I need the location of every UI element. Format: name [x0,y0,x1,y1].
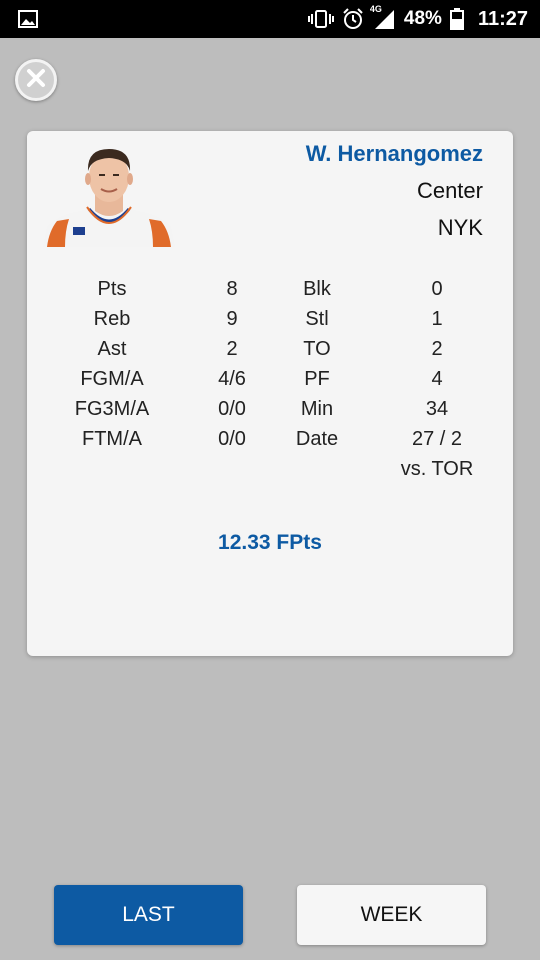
battery-icon [449,8,464,30]
stat-label: FTM/A [82,428,142,450]
stat-value: 4 [431,368,443,390]
stat-row: Ast 2 TO 2 [27,334,513,364]
stat-label: Reb [93,308,131,330]
stat-value: 27 / 2 [411,428,463,450]
player-position: Center [416,178,483,203]
stat-label: TO [303,338,331,360]
stat-row: FTM/A 0/0 Date 27 / 2 [27,424,513,454]
stat-row: Reb 9 Stl 1 [27,304,513,334]
player-card: W. Hernangomez Center NYK Pts 8 Blk 0 Re… [27,131,513,656]
stat-label: Stl [305,308,329,330]
gallery-notification-icon [18,10,38,28]
status-bar: 4G 48% 11:27 [0,0,540,38]
week-button[interactable]: WEEK [297,885,486,945]
stat-label: Min [300,398,334,420]
player-avatar [43,141,175,247]
stat-label: FGM/A [80,368,144,390]
clock-time: 11:27 [477,7,528,30]
stat-value: 1 [431,308,443,330]
stat-label: FG3M/A [74,398,150,420]
stat-value: 34 [425,398,449,420]
battery-percent: 48% [403,8,442,29]
stats-table: Pts 8 Blk 0 Reb 9 Stl 1 Ast 2 TO 2 FGM/A… [27,274,513,484]
vibrate-icon [307,9,334,29]
stat-row: FG3M/A 0/0 Min 34 [27,394,513,424]
stat-label: Date [295,428,339,450]
stat-label: Ast [97,338,127,360]
stat-label: Pts [97,278,127,300]
close-button[interactable] [15,59,57,101]
alarm-icon [342,8,364,30]
stat-row: Pts 8 Blk 0 [27,274,513,304]
stat-row: vs. TOR [27,454,513,484]
stat-row: FGM/A 4/6 PF 4 [27,364,513,394]
network-type: 4G [369,4,382,14]
opponent-value: vs. TOR [400,458,474,480]
stat-label: Blk [303,278,331,300]
stat-label: PF [304,368,330,390]
signal-icon: 4G [370,4,396,30]
stat-value: 2 [431,338,443,360]
close-icon [25,67,47,94]
stat-value: 0 [431,278,443,300]
player-name: W. Hernangomez [305,141,483,166]
player-team: NYK [437,215,483,240]
fantasy-points: 12.33 FPts [218,531,322,554]
last-button[interactable]: LAST [54,885,243,945]
